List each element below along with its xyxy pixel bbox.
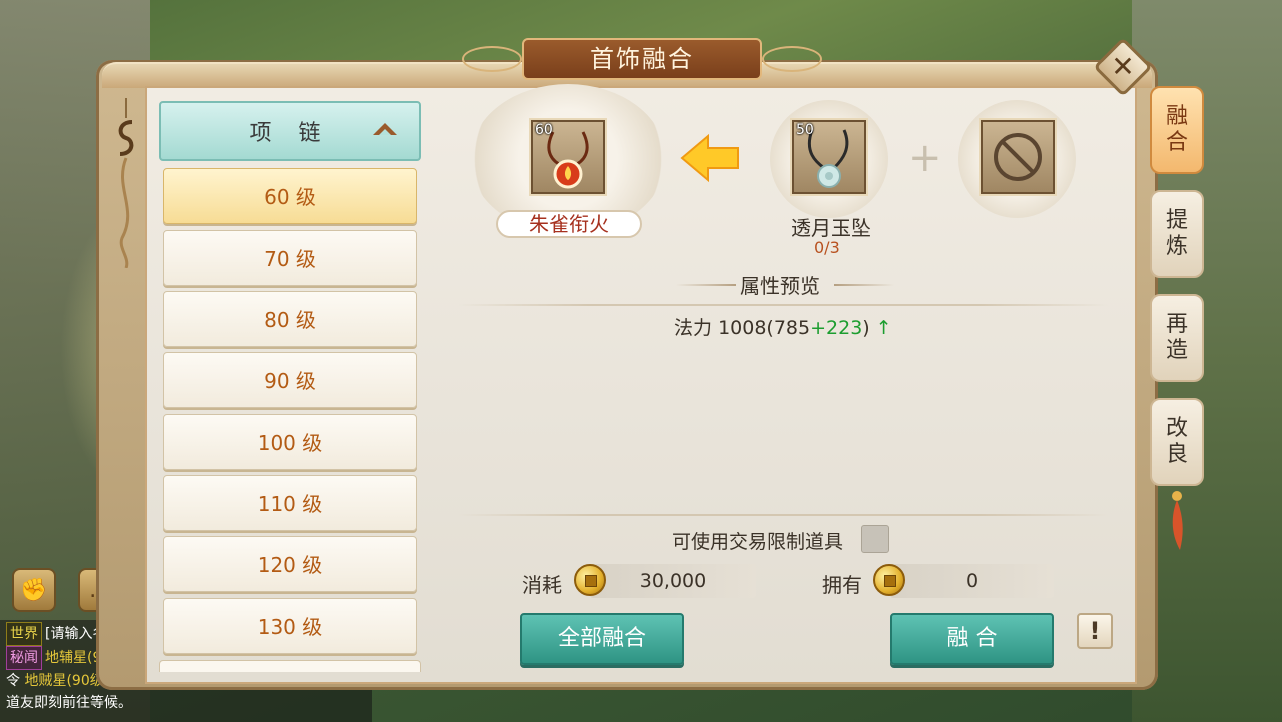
level-item-70[interactable]: 70 级 (163, 230, 417, 286)
target-item-level: 60 (535, 122, 553, 138)
close-icon[interactable]: ✕ (1102, 46, 1144, 88)
target-item-name: 朱雀衔火 (496, 210, 642, 238)
chat-line: 道友即刻前往等候。 (6, 695, 132, 711)
chat-channel-world: 世界 (6, 622, 42, 646)
trade-restricted-label: 可使用交易限制道具 (672, 531, 844, 553)
stat-bonus: +223 (810, 317, 863, 339)
level-item-partial[interactable] (159, 660, 421, 672)
chevron-up-icon (373, 123, 397, 135)
target-item-slot[interactable]: 60 (531, 120, 605, 194)
trade-restricted-checkbox[interactable] (861, 525, 889, 553)
title-ornament-right (762, 46, 822, 72)
level-item-60[interactable]: 60 级 (163, 168, 417, 224)
hanging-ornament-icon (118, 98, 134, 268)
category-header-necklace[interactable]: 项 链 (159, 101, 421, 161)
level-item-110[interactable]: 110 级 (163, 475, 417, 531)
preview-title: 属性预览 (740, 274, 820, 298)
fuse-all-button[interactable]: 全部融合 (520, 613, 684, 665)
preview-divider-top (458, 304, 1108, 306)
owned-label: 拥有 (822, 573, 862, 597)
empty-item-slot[interactable] (981, 120, 1055, 194)
cost-value: 30,000 (590, 564, 756, 598)
stat-preview-line: 法力 1008(785+223) ↑ (674, 313, 892, 340)
tab-remake[interactable]: 再造 (1150, 294, 1204, 382)
owned-value: 0 (890, 564, 1054, 598)
forbidden-icon (994, 133, 1042, 181)
plus-icon: + (908, 135, 942, 181)
section-divider-left (676, 284, 736, 286)
title-ornament-left (462, 46, 522, 72)
tab-improve[interactable]: 改良 (1150, 398, 1204, 486)
stat-name: 法力 (674, 317, 713, 339)
window-title: 首饰融合 (522, 38, 762, 80)
section-divider-right (834, 284, 894, 286)
cost-label: 消耗 (522, 573, 562, 597)
level-item-130[interactable]: 130 级 (163, 598, 417, 654)
material-count: 0/3 (814, 238, 840, 257)
material-item-slot[interactable]: 50 (792, 120, 866, 194)
tab-refine[interactable]: 提炼 (1150, 190, 1204, 278)
preview-divider-bottom (458, 514, 1108, 516)
level-item-120[interactable]: 120 级 (163, 536, 417, 592)
fuse-button[interactable]: 融 合 (890, 613, 1054, 665)
coin-icon (574, 564, 606, 596)
chat-channel-secret: 秘闻 (6, 646, 42, 670)
stat-base: (785 (766, 317, 811, 339)
arrow-up-icon: ↑ (875, 317, 892, 339)
level-item-100[interactable]: 100 级 (163, 414, 417, 470)
info-button[interactable]: ! (1077, 613, 1113, 649)
level-item-90[interactable]: 90 级 (163, 352, 417, 408)
fist-icon[interactable]: ✊ (12, 568, 56, 612)
level-item-80[interactable]: 80 级 (163, 291, 417, 347)
coin-icon (873, 564, 905, 596)
category-label: 项 链 (249, 121, 331, 146)
tassel-icon (1172, 491, 1183, 550)
material-item-level: 50 (796, 122, 814, 138)
stat-total: 1008 (718, 317, 767, 339)
chat-text: 令 (6, 673, 20, 689)
arrow-left-icon (680, 133, 739, 183)
stat-close: ) (862, 317, 870, 339)
tab-fusion[interactable]: 融合 (1150, 86, 1204, 174)
material-item-name: 透月玉坠 (791, 216, 871, 240)
